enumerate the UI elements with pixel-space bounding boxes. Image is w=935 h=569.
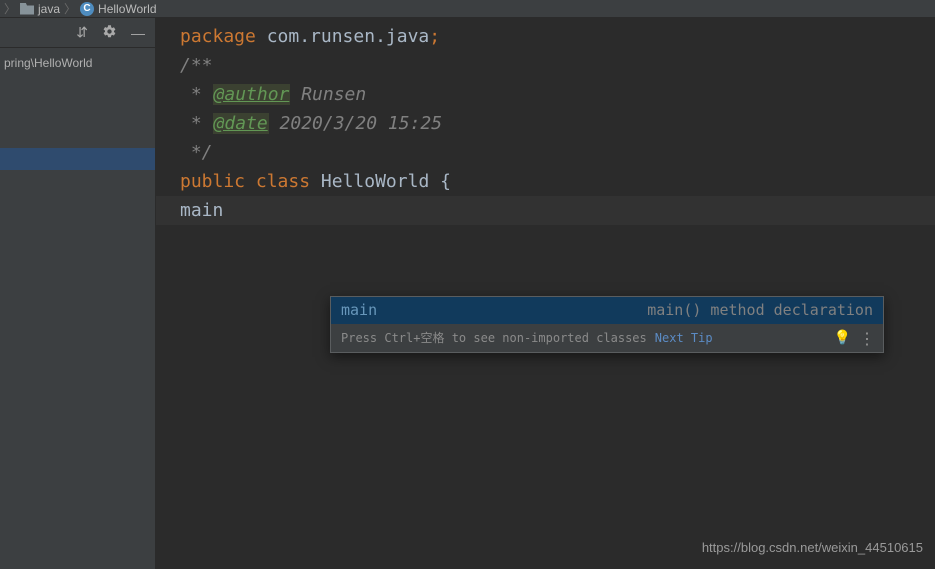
completion-popup: main main() method declaration Press Ctr… — [330, 296, 884, 353]
breadcrumb-sep: 〉 — [4, 0, 16, 17]
breadcrumb-sep: 〉 — [64, 0, 76, 17]
completion-item-desc: main() method declaration — [647, 296, 873, 325]
keyword-package: package — [180, 26, 256, 47]
completion-item[interactable]: main main() method declaration — [331, 297, 883, 324]
hint-text: Press Ctrl+空格 to see non-imported classe… — [341, 324, 647, 353]
classname: HelloWorld — [321, 171, 429, 192]
brace-open: { — [440, 171, 451, 192]
folder-icon — [20, 3, 34, 15]
doc-star: * — [180, 84, 213, 105]
sidebar-selected-row[interactable] — [0, 148, 155, 170]
breadcrumb: 〉 java 〉 C HelloWorld — [0, 0, 935, 18]
hide-icon[interactable]: — — [131, 25, 145, 41]
breadcrumb-file[interactable]: HelloWorld — [98, 2, 156, 16]
main-content: ⇵ — pring\HelloWorld package com.runsen.… — [0, 18, 935, 569]
class-icon: C — [80, 2, 94, 16]
code-line: * @author Runsen — [156, 80, 935, 109]
sidebar-toolbar: ⇵ — — [0, 18, 155, 48]
keyword-public: public — [180, 171, 245, 192]
code-line: package com.runsen.java; — [156, 22, 935, 51]
doc-comment-close: */ — [180, 142, 213, 163]
package-name: com.runsen.java — [256, 26, 429, 47]
sidebar-tree-item[interactable]: pring\HelloWorld — [0, 48, 155, 70]
more-icon[interactable]: ⋮ — [859, 324, 873, 353]
doc-author-tag: @author — [213, 84, 291, 105]
current-input-line[interactable]: main — [156, 196, 935, 225]
breadcrumb-folder[interactable]: java — [38, 2, 60, 16]
lightbulb-icon[interactable]: 💡 — [834, 324, 851, 353]
code-line: public class HelloWorld { — [156, 167, 935, 196]
code-line: * @date 2020/3/20 15:25 — [156, 109, 935, 138]
code-line: */ — [156, 138, 935, 167]
completion-hint-bar: Press Ctrl+空格 to see non-imported classe… — [331, 324, 883, 352]
doc-star: * — [180, 113, 213, 134]
doc-date-tag: @date — [213, 113, 269, 134]
completion-item-name: main — [341, 296, 377, 325]
code-editor[interactable]: package com.runsen.java; /** * @author R… — [156, 18, 935, 569]
watermark: https://blog.csdn.net/weixin_44510615 — [702, 540, 923, 555]
typed-text: main — [180, 200, 223, 221]
project-sidebar: ⇵ — pring\HelloWorld — [0, 18, 156, 569]
doc-date-value: 2020/3/20 15:25 — [269, 113, 442, 134]
semicolon: ; — [429, 26, 440, 47]
code-line: /** — [156, 51, 935, 80]
keyword-class: class — [256, 171, 310, 192]
doc-comment-open: /** — [180, 55, 213, 76]
scroll-from-source-icon[interactable]: ⇵ — [76, 24, 88, 41]
gear-icon[interactable] — [102, 24, 117, 42]
next-tip-link[interactable]: Next Tip — [655, 324, 713, 353]
doc-author-value: Runsen — [290, 84, 366, 105]
